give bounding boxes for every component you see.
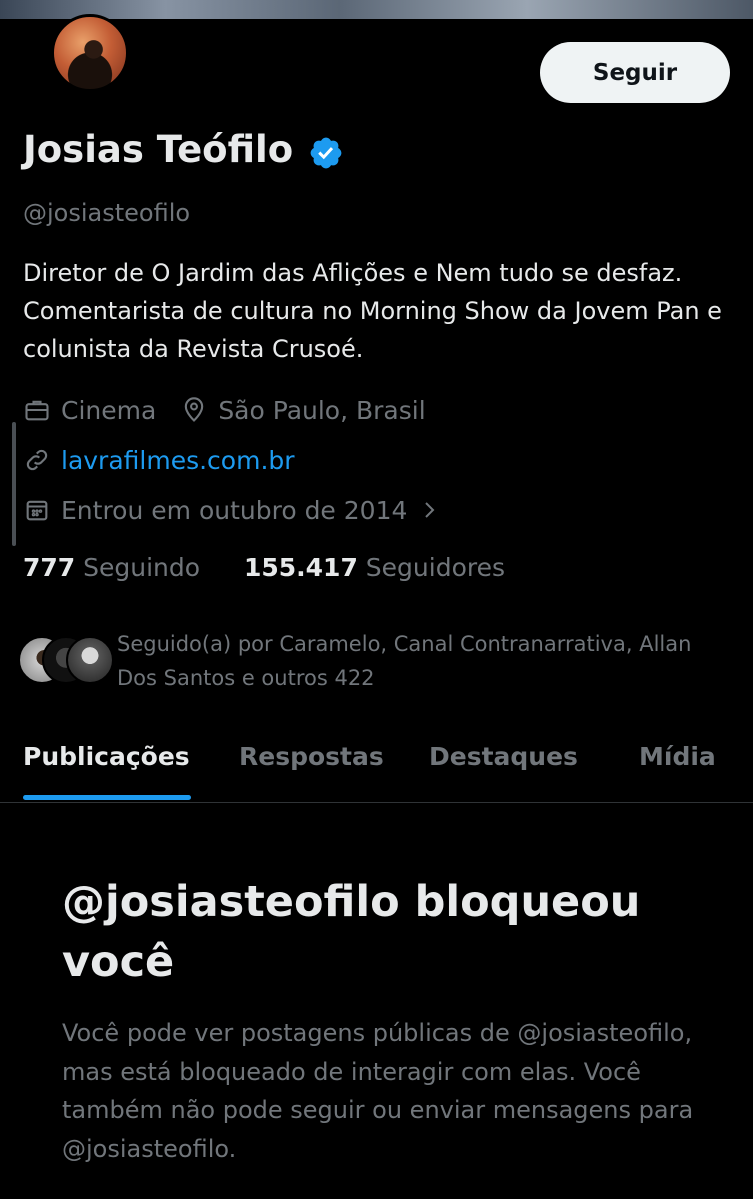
scrollbar[interactable] xyxy=(12,422,16,546)
profile-location: São Paulo, Brasil xyxy=(218,395,426,425)
followed-by-avatars[interactable] xyxy=(18,636,114,686)
profile-name: Josias Teófilo xyxy=(23,128,294,171)
followed-by-text[interactable]: Seguido(a) por Caramelo, Canal Contranar… xyxy=(117,627,727,695)
tab-respostas[interactable]: Respostas xyxy=(239,742,384,771)
verified-badge-icon[interactable] xyxy=(308,135,344,171)
tab-destaques[interactable]: Destaques xyxy=(429,742,578,771)
tab-publicacoes[interactable]: Publicações xyxy=(23,742,190,771)
profile-category: Cinema xyxy=(61,395,157,425)
following-stat[interactable]: 777 Seguindo xyxy=(23,553,200,582)
profile-website-row: lavrafilmes.com.br xyxy=(23,443,295,477)
profile-meta-row: Cinema São Paulo, Brasil xyxy=(23,393,426,427)
following-count: 777 xyxy=(23,553,76,582)
blocked-title: @josiasteofilo bloqueou você xyxy=(62,877,641,987)
follow-button[interactable]: Seguir xyxy=(540,42,730,103)
profile-joined-row[interactable]: Entrou em outubro de 2014 xyxy=(23,493,451,527)
following-label: Seguindo xyxy=(83,553,201,582)
calendar-icon xyxy=(26,500,48,521)
location-pin-icon xyxy=(185,397,204,422)
active-tab-indicator xyxy=(23,795,191,800)
tab-midia[interactable]: Mídia xyxy=(639,742,716,771)
followers-count: 155.417 xyxy=(243,553,358,582)
followers-label: Seguidores xyxy=(365,553,506,582)
profile-avatar[interactable] xyxy=(51,14,129,92)
profile-handle: @josiasteofilo xyxy=(23,199,191,227)
profile-tabs: Publicações Respostas Destaques Mídia xyxy=(0,730,753,803)
briefcase-icon xyxy=(25,400,49,421)
profile-banner[interactable] xyxy=(0,0,753,19)
profile-website-link[interactable]: lavrafilmes.com.br xyxy=(61,446,295,475)
followers-stat[interactable]: 155.417 Seguidores xyxy=(244,553,505,582)
chevron-right-icon xyxy=(425,502,435,518)
follower-avatar xyxy=(66,636,114,684)
profile-joined-date: Entrou em outubro de 2014 xyxy=(61,495,408,525)
link-icon xyxy=(26,449,48,471)
profile-stats: 777 Seguindo 155.417 Seguidores xyxy=(23,553,505,582)
blocked-description: Você pode ver postagens públicas de @jos… xyxy=(62,1019,694,1163)
profile-bio: Diretor de O Jardim das Aflições e Nem t… xyxy=(23,259,722,363)
